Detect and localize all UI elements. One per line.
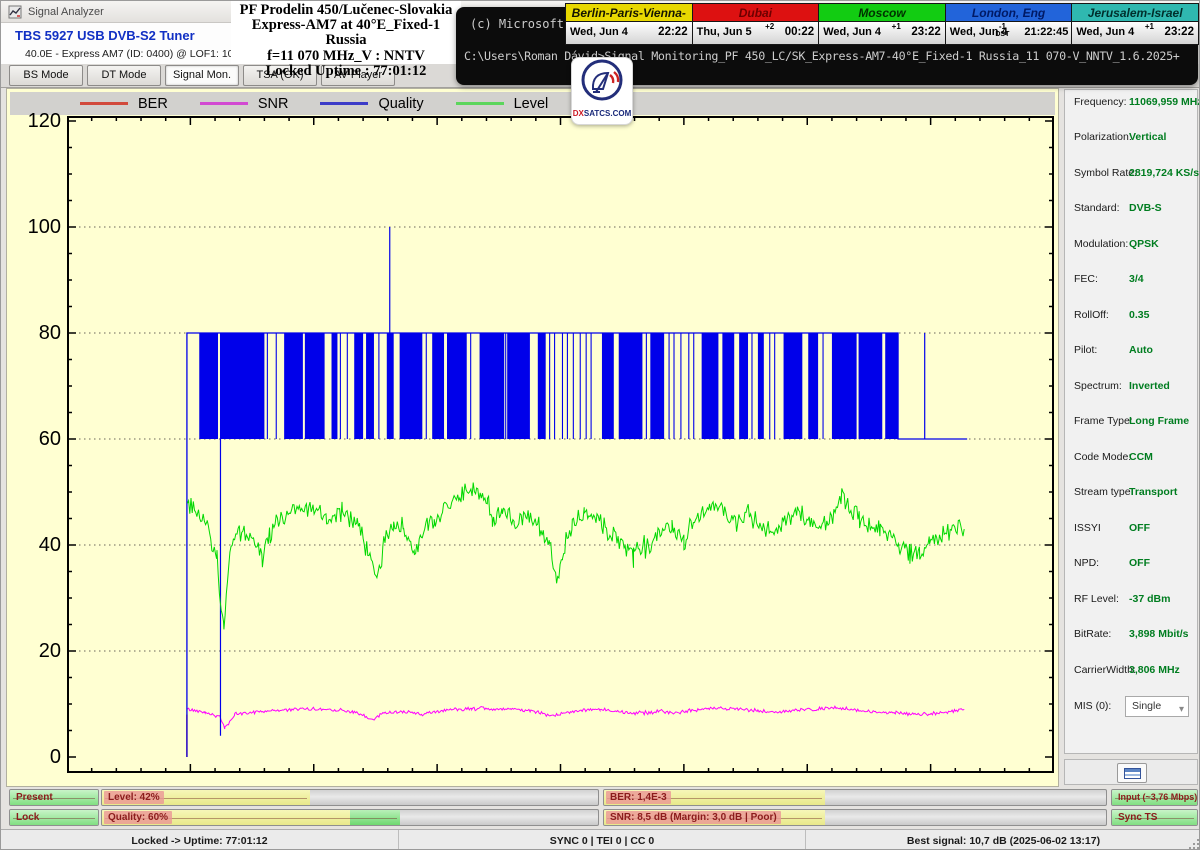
chart-legend: BER SNR Quality Level	[10, 92, 1055, 115]
param-value: QPSK	[1129, 238, 1159, 250]
y-tick-120: 120	[9, 110, 61, 132]
y-tick-0: 0	[9, 746, 61, 768]
level-meter: Level: 42%	[101, 789, 599, 806]
param-label: Polarization:	[1074, 131, 1132, 143]
mis-selected-value: Single	[1132, 700, 1161, 712]
param-label: Frequency:	[1074, 96, 1127, 108]
world-clocks-strip: Berlin-Paris-Vienna-Roma Wed, Jun 422:22…	[566, 3, 1199, 45]
y-tick-60: 60	[9, 428, 61, 450]
satellite-dish-icon	[579, 58, 625, 104]
sync-ts-indicator: Sync TS	[1111, 809, 1198, 826]
signal-analyzer-window: Signal Analyzer TBS 5927 USB DVB-S2 Tune…	[0, 0, 1200, 850]
status-sync-counters: SYNC 0 | TEI 0 | CC 0	[399, 830, 806, 850]
param-label: FEC:	[1074, 273, 1098, 285]
param-value: CCM	[1129, 451, 1153, 463]
tuner-name: TBS 5927 USB DVB-S2 Tuner	[15, 28, 195, 43]
param-label: BitRate:	[1074, 628, 1111, 640]
param-value: 11069,959 MHz	[1129, 96, 1200, 108]
signal-chart: BER SNR Quality Level 120 100 80 60 40 2…	[6, 88, 1059, 787]
param-value: OFF	[1129, 557, 1150, 569]
mis-label: MIS (0):	[1074, 700, 1111, 712]
dxsatcs-logo: DXSATCS.COM	[571, 57, 633, 125]
window-title: Signal Analyzer	[28, 1, 104, 23]
param-label: Symbol Rate:	[1074, 167, 1137, 179]
legend-item-quality: Quality	[320, 96, 423, 112]
clock-dubai: Dubai Thu, Jun 5+200:22	[692, 3, 820, 45]
resize-grip[interactable]	[1186, 836, 1199, 849]
param-label: Standard:	[1074, 202, 1120, 214]
status-uptime: Locked -> Uptime: 77:01:12	[1, 830, 399, 850]
ts-capture-button[interactable]	[1117, 763, 1147, 783]
y-tick-100: 100	[9, 216, 61, 238]
legend-item-ber: BER	[80, 96, 168, 112]
app-icon	[8, 5, 22, 19]
param-value: 3,806 MHz	[1129, 664, 1180, 676]
param-label: Stream type:	[1074, 486, 1134, 498]
snr-line-swatch	[200, 102, 248, 105]
param-value: Auto	[1129, 344, 1153, 356]
ts-list-icon	[1124, 768, 1141, 779]
param-label: Pilot:	[1074, 344, 1097, 356]
status-best-signal: Best signal: 10,7 dB (2025-06-02 13:17)	[806, 830, 1200, 850]
legend-item-level: Level	[456, 96, 549, 112]
caption-line-1: PF Prodelin 450/Lučenec-Slovakia	[231, 3, 461, 18]
tab-bs-mode[interactable]: BS Mode	[9, 65, 83, 86]
clock-moscow: Moscow Wed, Jun 4+123:22	[818, 3, 946, 45]
param-value: 2819,724 KS/s	[1129, 167, 1199, 179]
caption-line-3: f=11 070 MHz_V : NNTV	[231, 49, 461, 64]
legend-item-snr: SNR	[200, 96, 289, 112]
param-label: Code Mode:	[1074, 451, 1131, 463]
y-tick-80: 80	[9, 322, 61, 344]
plot-area	[67, 116, 1054, 773]
mis-row: MIS (0): Single ▾	[1065, 696, 1199, 718]
tab-signal-mon[interactable]: Signal Mon.	[165, 65, 239, 86]
param-label: RF Level:	[1074, 593, 1119, 605]
y-tick-20: 20	[9, 640, 61, 662]
clock-berlin: Berlin-Paris-Vienna-Roma Wed, Jun 422:22	[565, 3, 693, 45]
input-indicator: Input (~3,76 Mbps)	[1111, 789, 1198, 806]
param-label: CarrierWidth:	[1074, 664, 1136, 676]
level-line-swatch	[456, 102, 504, 105]
quality-meter: Quality: 60%	[101, 809, 599, 826]
status-bar: Locked -> Uptime: 77:01:12 SYNC 0 | TEI …	[1, 829, 1200, 850]
param-value: Transport	[1129, 486, 1177, 498]
param-value: 3/4	[1129, 273, 1144, 285]
snr-meter: SNR: 8,5 dB (Margin: 3,0 dB | Poor)	[603, 809, 1107, 826]
clock-london: London, Eng Wed, Jun 4-1DST21:22:45	[945, 3, 1073, 45]
chevron-down-icon: ▾	[1179, 700, 1184, 719]
param-value: DVB-S	[1129, 202, 1162, 214]
caption-line-2: Express-AM7 at 40°E_Fixed-1 Russia	[231, 18, 461, 48]
present-indicator: Present	[9, 789, 99, 806]
param-value: OFF	[1129, 522, 1150, 534]
clock-jerusalem: Jerusalem-Israel Wed, Jun 4+123:22	[1071, 3, 1199, 45]
param-value: 3,898 Mbit/s	[1129, 628, 1189, 640]
caption-line-4: Locked Uptime : 77:01:12	[231, 64, 461, 79]
param-value: Inverted	[1129, 380, 1170, 392]
monitoring-caption: PF Prodelin 450/Lučenec-Slovakia Express…	[231, 1, 461, 64]
logo-text: DXSATCS.COM	[572, 109, 632, 118]
ber-meter: BER: 1,4E-3	[603, 789, 1107, 806]
lock-indicator: Lock	[9, 809, 99, 826]
param-label: NPD:	[1074, 557, 1099, 569]
param-value: Long Frame	[1129, 415, 1189, 427]
param-value: 0.35	[1129, 309, 1149, 321]
param-label: Spectrum:	[1074, 380, 1122, 392]
panel-footer-strip	[1064, 759, 1198, 785]
param-label: Modulation:	[1074, 238, 1128, 250]
mis-dropdown[interactable]: Single ▾	[1125, 696, 1189, 717]
ber-line-swatch	[80, 102, 128, 105]
quality-line-swatch	[320, 102, 368, 105]
tab-dt-mode[interactable]: DT Mode	[87, 65, 161, 86]
signal-parameters-panel: Frequency:11069,959 MHz Polarization:Ver…	[1064, 89, 1198, 754]
param-label: RollOff:	[1074, 309, 1109, 321]
param-label: Frame Type:	[1074, 415, 1133, 427]
y-tick-40: 40	[9, 534, 61, 556]
param-value: Vertical	[1129, 131, 1166, 143]
param-label: ISSYI	[1074, 522, 1101, 534]
param-value: -37 dBm	[1129, 593, 1170, 605]
